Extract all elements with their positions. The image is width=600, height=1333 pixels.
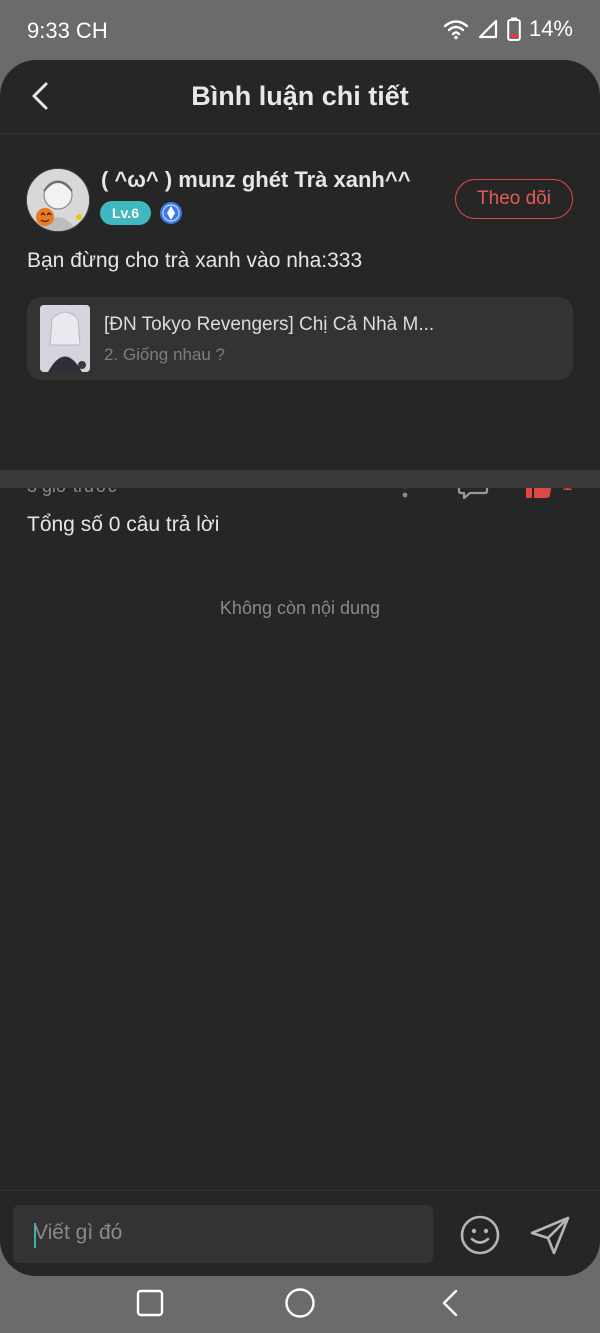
- story-chapter: 2. Giống nhau ?: [104, 345, 225, 364]
- story-card[interactable]: [ĐN Tokyo Revengers] Chị Cả Nhà M... 2. …: [27, 297, 573, 380]
- story-title: [ĐN Tokyo Revengers] Chị Cả Nhà M...: [104, 314, 435, 335]
- home-button[interactable]: [283, 1286, 317, 1320]
- comment-input[interactable]: Viết gì đó: [13, 1205, 433, 1263]
- status-icons: 14%: [443, 16, 573, 42]
- comment-detail: ( ^ω^ ) munz ghét Trà xanh^^ Lv.6 Theo d…: [0, 134, 600, 500]
- wifi-icon: [443, 18, 469, 40]
- diamond-badge-icon: [159, 201, 183, 225]
- status-bar: 9:33 CH 14%: [0, 0, 600, 60]
- circle-icon: [285, 1288, 315, 1318]
- page-title: Bình luận chi tiết: [191, 81, 409, 111]
- back-triangle-icon: [442, 1289, 458, 1317]
- follow-button[interactable]: Theo dõi: [455, 179, 573, 219]
- signal-icon: [477, 18, 499, 40]
- input-placeholder: Viết gì đó: [34, 1221, 123, 1244]
- smiley-icon: [460, 1215, 500, 1255]
- username[interactable]: ( ^ω^ ) munz ghét Trà xanh^^: [101, 167, 411, 193]
- avatar-image: [27, 169, 89, 231]
- system-back-button[interactable]: [433, 1286, 467, 1320]
- emoji-button[interactable]: [459, 1214, 501, 1256]
- recent-apps-button[interactable]: [133, 1286, 167, 1320]
- send-button[interactable]: [528, 1213, 572, 1257]
- story-cover-image: [40, 305, 90, 372]
- status-time: 9:33 CH: [27, 18, 108, 43]
- battery-percent: 14%: [528, 16, 573, 41]
- battery-icon: [507, 17, 521, 41]
- header: Bình luận chi tiết: [0, 60, 600, 134]
- square-icon: [136, 1289, 164, 1317]
- section-divider: [0, 470, 600, 488]
- send-icon: [530, 1216, 570, 1255]
- app-screen: Bình luận chi tiết ( ^ω^ ) munz ghét Trà…: [0, 60, 600, 1276]
- comment-text: Bạn đừng cho trà xanh vào nha:333: [27, 249, 363, 272]
- system-nav-bar: [0, 1276, 600, 1333]
- avatar[interactable]: [26, 168, 90, 232]
- empty-state-text: Không còn nội dung: [219, 598, 381, 618]
- comment-input-bar: Viết gì đó: [0, 1190, 600, 1276]
- level-badge: Lv.6: [100, 201, 151, 225]
- replies-count: Tổng số 0 câu trả lời: [27, 513, 220, 536]
